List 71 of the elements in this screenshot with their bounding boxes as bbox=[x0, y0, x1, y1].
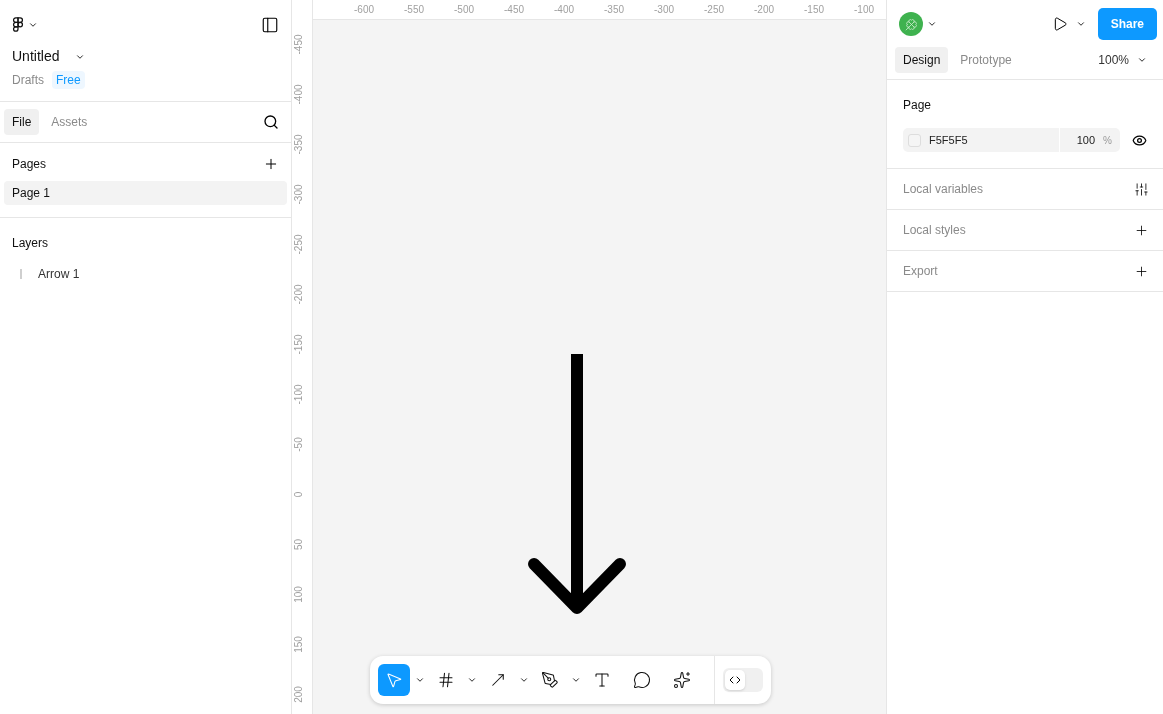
ruler-label: -200 bbox=[292, 283, 305, 307]
ruler-label: -250 bbox=[703, 3, 725, 17]
caret-icon[interactable] bbox=[415, 675, 425, 685]
pen-icon bbox=[541, 671, 559, 689]
ruler-label: -200 bbox=[753, 3, 775, 17]
ruler-label: -350 bbox=[603, 3, 625, 17]
ruler-label: -450 bbox=[503, 3, 525, 17]
page-heading: Page bbox=[903, 98, 932, 112]
page-item[interactable]: Page 1 bbox=[4, 181, 287, 205]
section-title[interactable]: Export bbox=[903, 262, 938, 280]
ruler-label: -350 bbox=[292, 133, 305, 157]
search-icon[interactable] bbox=[263, 114, 279, 130]
section-title[interactable]: Local variables bbox=[903, 180, 984, 198]
chevron-down-icon[interactable] bbox=[927, 19, 937, 29]
ruler-label: -300 bbox=[292, 183, 305, 207]
text-icon bbox=[593, 671, 611, 689]
ruler-label: -250 bbox=[292, 233, 305, 257]
plan-badge: Free bbox=[52, 71, 85, 89]
caret-icon[interactable] bbox=[467, 675, 477, 685]
location-text[interactable]: Drafts bbox=[12, 71, 44, 89]
ruler-label: -100 bbox=[292, 383, 305, 407]
caret-icon[interactable] bbox=[571, 675, 581, 685]
ruler-label: -550 bbox=[403, 3, 425, 17]
ruler-label: 200 bbox=[292, 685, 305, 705]
layer-item[interactable]: Arrow 1 bbox=[4, 262, 287, 286]
opacity-value: 100 bbox=[1076, 132, 1096, 148]
plus-icon[interactable] bbox=[1134, 263, 1149, 279]
code-icon bbox=[729, 674, 741, 686]
color-field[interactable]: F5F5F5 100 % bbox=[903, 128, 1120, 152]
panel-tab[interactable]: Design bbox=[895, 46, 949, 73]
ruler-label: -400 bbox=[553, 3, 575, 17]
layer-name: Arrow 1 bbox=[38, 266, 80, 283]
ruler-label: -100 bbox=[853, 3, 875, 17]
chevron-down-icon[interactable] bbox=[28, 20, 38, 30]
sidebar-toggle-icon[interactable] bbox=[261, 16, 279, 34]
ruler-label: -450 bbox=[292, 33, 305, 57]
ruler-label: -150 bbox=[292, 333, 305, 357]
zoom-level[interactable]: 100% bbox=[1098, 50, 1129, 69]
ruler-label: -600 bbox=[353, 3, 375, 17]
speech-bubble-icon bbox=[633, 671, 651, 689]
ruler-label: 0 bbox=[292, 490, 305, 500]
ruler-label: 100 bbox=[292, 585, 305, 605]
eye-icon[interactable] bbox=[1132, 132, 1147, 148]
arrow-icon bbox=[489, 671, 507, 689]
chevron-down-icon[interactable] bbox=[1075, 19, 1086, 29]
color-swatch[interactable] bbox=[908, 133, 921, 147]
panel-tab[interactable]: Prototype bbox=[952, 46, 1020, 73]
ruler-label: -50 bbox=[292, 436, 305, 454]
ruler-label: -500 bbox=[453, 3, 475, 17]
pointer-icon bbox=[385, 671, 403, 689]
dev-mode-toggle[interactable] bbox=[723, 668, 763, 692]
ruler-label: -300 bbox=[653, 3, 675, 17]
panel-tab[interactable]: File bbox=[4, 109, 40, 135]
section-title[interactable]: Local styles bbox=[903, 221, 966, 239]
ruler-label: -400 bbox=[292, 83, 305, 107]
pages-heading: Pages bbox=[12, 156, 47, 173]
layers-heading: Layers bbox=[12, 236, 49, 250]
ruler-label: 150 bbox=[292, 635, 305, 655]
panel-tab[interactable]: Assets bbox=[43, 109, 96, 135]
logo-icon bbox=[12, 17, 24, 33]
plus-icon[interactable] bbox=[1134, 222, 1149, 238]
frame-icon bbox=[437, 671, 455, 689]
file-title[interactable]: Untitled bbox=[12, 46, 60, 67]
ruler-label: -150 bbox=[803, 3, 825, 17]
sliders-icon[interactable] bbox=[1134, 181, 1149, 197]
percent-sign: % bbox=[1103, 133, 1112, 148]
ruler-label: 50 bbox=[292, 537, 305, 553]
caret-icon[interactable] bbox=[519, 675, 529, 685]
sparkle-icon bbox=[673, 671, 691, 689]
color-hex: F5F5F5 bbox=[929, 132, 969, 148]
avatar[interactable] bbox=[899, 12, 923, 36]
